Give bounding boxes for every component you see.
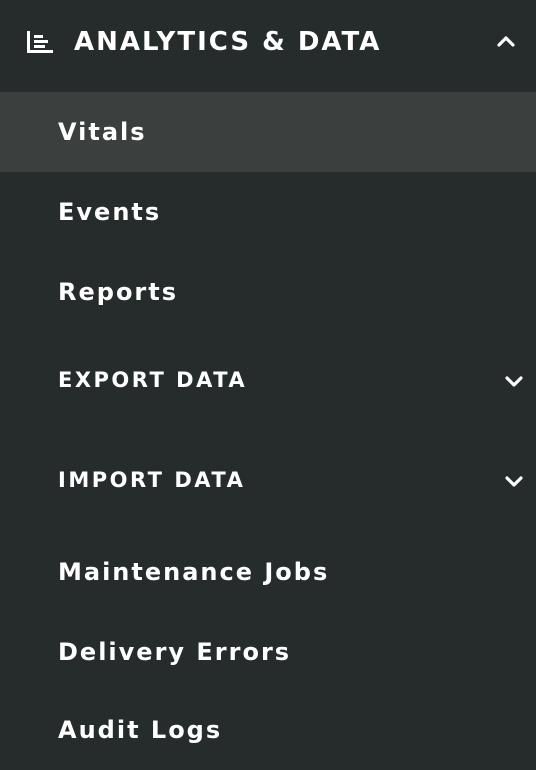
nav-item-audit-logs[interactable]: Audit Logs xyxy=(0,690,536,770)
analytics-sidebar: ANALYTICS & DATA Vitals Events Reports E… xyxy=(0,0,536,770)
nav-item-label: Audit Logs xyxy=(58,716,223,744)
nav-item-label: Vitals xyxy=(58,118,147,146)
section-title: ANALYTICS & DATA xyxy=(74,27,382,57)
bar-chart-icon xyxy=(25,29,55,55)
nav-item-reports[interactable]: Reports xyxy=(0,252,536,332)
nav-item-label: Events xyxy=(58,198,162,226)
nav-item-label: Reports xyxy=(58,278,179,306)
nav-item-events[interactable]: Events xyxy=(0,172,536,252)
nav-item-vitals[interactable]: Vitals xyxy=(0,92,536,172)
nav-item-maintenance-jobs[interactable]: Maintenance Jobs xyxy=(0,532,536,612)
nav-group-label: IMPORT DATA xyxy=(58,468,246,492)
chevron-down-icon[interactable] xyxy=(504,473,524,489)
chevron-up-icon[interactable] xyxy=(496,33,516,49)
nav-item-delivery-errors[interactable]: Delivery Errors xyxy=(0,612,536,692)
chevron-down-icon[interactable] xyxy=(504,373,524,389)
nav-item-label: Maintenance Jobs xyxy=(58,558,330,586)
nav-item-label: Delivery Errors xyxy=(58,638,292,666)
nav-group-export-data[interactable]: EXPORT DATA xyxy=(0,342,536,422)
analytics-section-header[interactable]: ANALYTICS & DATA xyxy=(0,0,536,86)
nav-group-label: EXPORT DATA xyxy=(58,368,248,392)
nav-group-import-data[interactable]: IMPORT DATA xyxy=(0,442,536,522)
